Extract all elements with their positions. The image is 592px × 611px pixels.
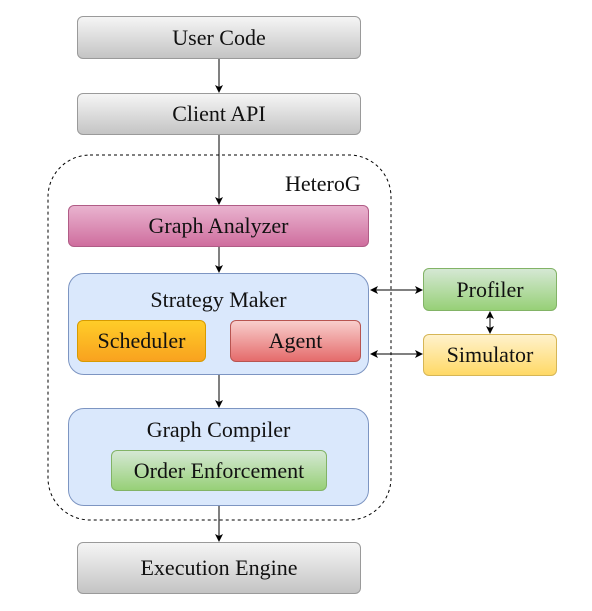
node-label: Strategy Maker bbox=[150, 287, 287, 312]
node-label: Execution Engine bbox=[140, 555, 298, 580]
graph-analyzer-node: Graph Analyzer bbox=[68, 205, 369, 247]
node-label: Order Enforcement bbox=[133, 457, 305, 483]
diagram: User Code Client API HeteroG Graph Analy… bbox=[0, 0, 592, 611]
agent-node: Agent bbox=[230, 320, 361, 362]
scheduler-node: Scheduler bbox=[77, 320, 206, 362]
simulator-node: Simulator bbox=[423, 334, 557, 376]
node-label: Client API bbox=[172, 101, 266, 126]
node-label: Profiler bbox=[456, 276, 524, 302]
heterog-label: HeteroG bbox=[285, 171, 361, 196]
node-label: Simulator bbox=[446, 342, 534, 367]
node-label: Agent bbox=[268, 328, 323, 353]
client-api-node: Client API bbox=[77, 93, 361, 135]
node-label: User Code bbox=[172, 24, 266, 50]
execution-engine-node: Execution Engine bbox=[77, 542, 361, 594]
order-enforcement-node: Order Enforcement bbox=[111, 450, 327, 491]
node-label: Graph Compiler bbox=[146, 417, 291, 442]
node-label: Graph Analyzer bbox=[148, 213, 289, 238]
node-label: Scheduler bbox=[97, 328, 186, 353]
profiler-node: Profiler bbox=[423, 268, 557, 311]
user-code-node: User Code bbox=[77, 16, 361, 59]
